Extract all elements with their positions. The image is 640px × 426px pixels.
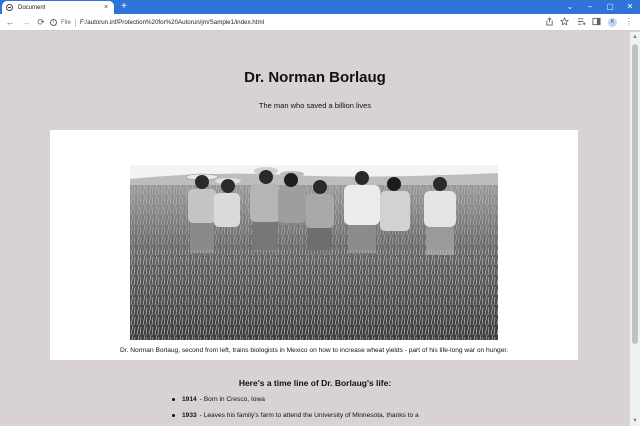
browser-toolbar: ← → ⟳ i File F:/autorun.inf/Protection%2…: [0, 14, 640, 31]
page-content: Dr. Norman Borlaug The man who saved a b…: [0, 32, 640, 426]
forward-button[interactable]: →: [20, 16, 32, 28]
minimize-button[interactable]: –: [580, 0, 600, 14]
address-bar[interactable]: i File F:/autorun.inf/Protection%20for%2…: [50, 16, 590, 29]
photo-caption: Dr. Norman Borlaug, second from left, tr…: [119, 347, 509, 354]
address-url[interactable]: F:/autorun.inf/Protection%20for%20Autoru…: [80, 19, 264, 26]
page-heading: Dr. Norman Borlaug: [244, 69, 386, 86]
share-icon[interactable]: [544, 17, 554, 27]
vertical-scrollbar[interactable]: ▲ ▼: [630, 32, 640, 426]
close-window-button[interactable]: ✕: [620, 0, 640, 14]
timeline-title: Here's a time line of Dr. Borlaug's life…: [238, 378, 392, 388]
bullet-icon: [172, 398, 175, 401]
photo-figure: Dr. Norman Borlaug, second from left, tr…: [50, 130, 578, 360]
site-info-icon[interactable]: i: [50, 19, 57, 26]
timeline-year: 1933: [182, 412, 197, 419]
address-scheme: File: [61, 19, 71, 26]
scroll-down-icon[interactable]: ▼: [630, 416, 640, 426]
timeline-text: - Born in Cresco, Iowa: [199, 396, 265, 403]
timeline-text: - Leaves his family's farm to attend the…: [199, 412, 419, 419]
sidebar-icon[interactable]: [591, 17, 601, 27]
back-button[interactable]: ←: [4, 16, 16, 28]
browser-titlebar: Document × + ⌄ – ▢ ✕: [0, 0, 640, 14]
timeline-year: 1914: [182, 396, 197, 403]
scroll-thumb[interactable]: [632, 44, 638, 344]
menu-icon[interactable]: ⋮: [624, 17, 634, 27]
maximize-button[interactable]: ▢: [600, 0, 620, 14]
profile-avatar[interactable]: K: [608, 18, 617, 27]
star-icon[interactable]: [559, 16, 569, 27]
new-tab-button[interactable]: +: [119, 0, 129, 13]
bullet-icon: [172, 414, 175, 417]
timeline-list: 1914 - Born in Cresco, Iowa 1933 - Leave…: [172, 396, 419, 426]
scroll-up-icon[interactable]: ▲: [630, 32, 640, 42]
tab-title: Document: [18, 4, 46, 11]
page-subheading: The man who saved a billion lives: [258, 101, 372, 110]
globe-icon: [6, 4, 13, 11]
list-item: 1914 - Born in Cresco, Iowa: [172, 396, 419, 412]
reload-button[interactable]: ⟳: [35, 16, 47, 28]
address-divider: [74, 18, 76, 27]
reading-list-icon[interactable]: [576, 17, 586, 27]
tab-close-icon[interactable]: ×: [102, 4, 110, 11]
tab-search-icon[interactable]: ⌄: [560, 0, 580, 14]
list-item: 1933 - Leaves his family's farm to atten…: [172, 412, 419, 426]
borlaug-wheat-field-photo: [130, 165, 498, 340]
browser-tab[interactable]: Document ×: [2, 1, 114, 14]
